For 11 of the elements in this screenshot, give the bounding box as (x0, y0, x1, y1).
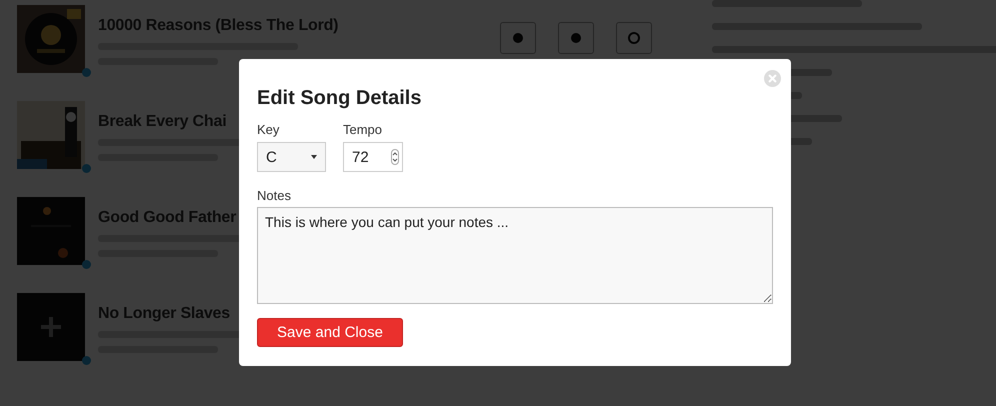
tempo-field[interactable]: 72 (343, 142, 403, 172)
field-label: Notes (257, 188, 292, 203)
close-icon[interactable] (764, 70, 781, 87)
spinner-icon[interactable] (391, 149, 399, 165)
save-button[interactable]: Save and Close (257, 318, 403, 347)
dialog-title: Edit Song Details (257, 87, 422, 110)
notes-field[interactable]: This is where you can put your notes ... (257, 207, 773, 304)
field-label: Key (257, 122, 280, 137)
key-select[interactable]: C (257, 142, 326, 172)
field-label: Tempo (343, 122, 384, 137)
caret-icon (311, 155, 317, 159)
